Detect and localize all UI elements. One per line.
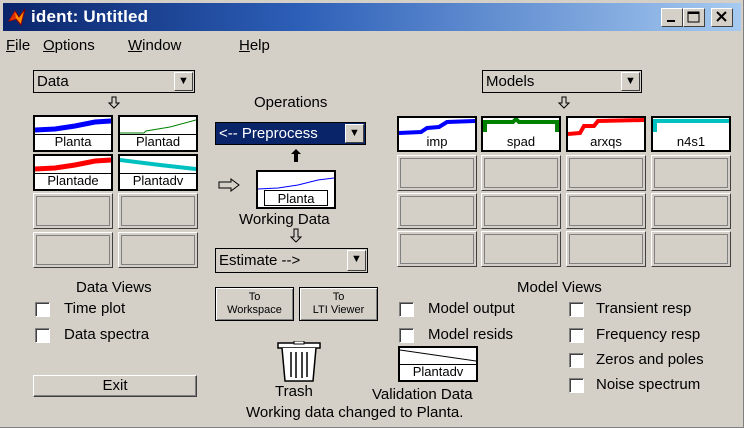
chevron-down-icon[interactable]: ▼ (345, 124, 364, 143)
trash-label: Trash (275, 383, 313, 400)
model-resids-checkbox[interactable] (399, 328, 414, 343)
down-arrow-icon (557, 96, 571, 109)
working-data-name: Planta (277, 191, 315, 206)
to-workspace-button[interactable]: To Workspace (215, 287, 294, 321)
model-slot-empty[interactable] (566, 155, 646, 191)
data-icon-plantadv[interactable]: Plantadv (118, 154, 198, 191)
to-lti-line2: LTI Viewer (312, 304, 365, 316)
data-views-title: Data Views (76, 279, 152, 296)
operations-title: Operations (254, 94, 328, 111)
model-slot-empty[interactable] (651, 155, 731, 191)
data-select-value: Data (37, 73, 69, 90)
data-spectra-checkbox[interactable] (35, 328, 50, 343)
data-slot-empty[interactable] (118, 232, 198, 268)
data-slot-empty[interactable] (118, 193, 198, 229)
chevron-down-icon[interactable]: ▼ (174, 72, 193, 91)
model-views-title: Model Views (517, 279, 602, 296)
model-icon-arxqs[interactable]: arxqs (566, 116, 646, 152)
frequency-resp-label: Frequency resp (596, 326, 701, 343)
data-slot-empty[interactable] (33, 232, 113, 268)
right-arrow-icon (218, 178, 240, 192)
ident-window: ident: Untitled File Options Window Help… (0, 0, 744, 428)
menu-file[interactable]: File (6, 37, 30, 54)
model-name-imp: imp (426, 134, 448, 149)
maximize-button[interactable] (683, 8, 705, 27)
model-slot-empty[interactable] (651, 193, 731, 229)
estimate-value: Estimate --> (219, 252, 301, 269)
time-plot-label: Time plot (64, 300, 126, 317)
model-icon-imp[interactable]: imp (397, 116, 477, 152)
model-name-n4s1: n4s1 (676, 134, 706, 149)
down-arrow-icon (107, 96, 121, 109)
data-name-plantade: Plantade (47, 173, 99, 188)
title-bar[interactable]: ident: Untitled (3, 3, 741, 31)
down-arrow-icon (289, 228, 303, 243)
model-icon-n4s1[interactable]: n4s1 (651, 116, 731, 152)
data-name-plantadv: Plantadv (132, 173, 184, 188)
model-output-label: Model output (428, 300, 515, 317)
zeros-poles-checkbox[interactable] (569, 353, 584, 368)
models-select-value: Models (486, 73, 535, 90)
minimize-button[interactable] (661, 8, 683, 27)
time-plot-checkbox[interactable] (35, 302, 50, 317)
close-button[interactable] (711, 8, 733, 27)
data-name-planta: Planta (54, 134, 92, 149)
preprocess-select[interactable]: <-- Preprocess ▼ (215, 122, 366, 145)
up-arrow-icon (291, 149, 301, 162)
model-slot-empty[interactable] (397, 155, 477, 191)
menu-window[interactable]: Window (128, 37, 181, 54)
frequency-resp-checkbox[interactable] (569, 328, 584, 343)
model-slot-empty[interactable] (481, 155, 561, 191)
model-name-arxqs: arxqs (590, 134, 622, 149)
data-icon-plantade[interactable]: Plantade (33, 154, 113, 191)
data-select[interactable]: Data ▼ (33, 70, 195, 93)
menu-options[interactable]: Options (43, 37, 95, 54)
window-title: ident: Untitled (31, 7, 149, 26)
to-lti-viewer-button[interactable]: To LTI Viewer (299, 287, 378, 321)
working-data-icon[interactable]: Planta (256, 170, 336, 209)
close-icon (716, 11, 727, 22)
model-slot-empty[interactable] (566, 193, 646, 229)
menu-bar: File Options Window Help (0, 33, 743, 57)
model-slot-empty[interactable] (397, 231, 477, 267)
noise-spectrum-label: Noise spectrum (596, 376, 701, 393)
exit-button[interactable]: Exit (33, 375, 197, 397)
data-name-plantad: Plantad (135, 134, 181, 149)
trash-icon[interactable] (277, 341, 321, 383)
zeros-poles-label: Zeros and poles (596, 351, 704, 368)
matlab-icon (7, 8, 26, 27)
maximize-icon (687, 11, 700, 23)
menu-help[interactable]: Help (239, 37, 270, 54)
data-slot-empty[interactable] (33, 193, 113, 229)
working-data-label: Working Data (239, 211, 330, 228)
chevron-down-icon[interactable]: ▼ (621, 72, 640, 91)
to-workspace-line1: To (248, 291, 261, 303)
chevron-down-icon[interactable]: ▼ (347, 250, 366, 271)
model-slot-empty[interactable] (481, 231, 561, 267)
model-slot-empty[interactable] (397, 193, 477, 229)
to-lti-line1: To (332, 291, 345, 303)
transient-resp-checkbox[interactable] (569, 302, 584, 317)
validation-data-label: Validation Data (372, 386, 473, 403)
model-slot-empty[interactable] (651, 231, 731, 267)
data-icon-planta[interactable]: Planta (33, 115, 113, 152)
validation-data-icon[interactable]: Plantadv (398, 346, 478, 382)
model-resids-label: Model resids (428, 326, 514, 343)
models-select[interactable]: Models ▼ (482, 70, 642, 93)
noise-spectrum-checkbox[interactable] (569, 378, 584, 393)
to-workspace-line2: Workspace (227, 304, 282, 316)
status-text: Working data changed to Planta. (246, 404, 464, 421)
model-icon-spad[interactable]: spad (481, 116, 561, 152)
validation-data-name: Plantadv (412, 364, 464, 379)
model-name-spad: spad (506, 134, 536, 149)
model-slot-empty[interactable] (481, 193, 561, 229)
data-spectra-label: Data spectra (64, 326, 150, 343)
data-icon-plantad[interactable]: Plantad (118, 115, 198, 152)
model-output-checkbox[interactable] (399, 302, 414, 317)
minimize-icon (667, 20, 675, 22)
estimate-select[interactable]: Estimate --> ▼ (215, 248, 368, 273)
model-slot-empty[interactable] (566, 231, 646, 267)
preprocess-value: <-- Preprocess (219, 125, 318, 142)
transient-resp-label: Transient resp (596, 300, 692, 317)
